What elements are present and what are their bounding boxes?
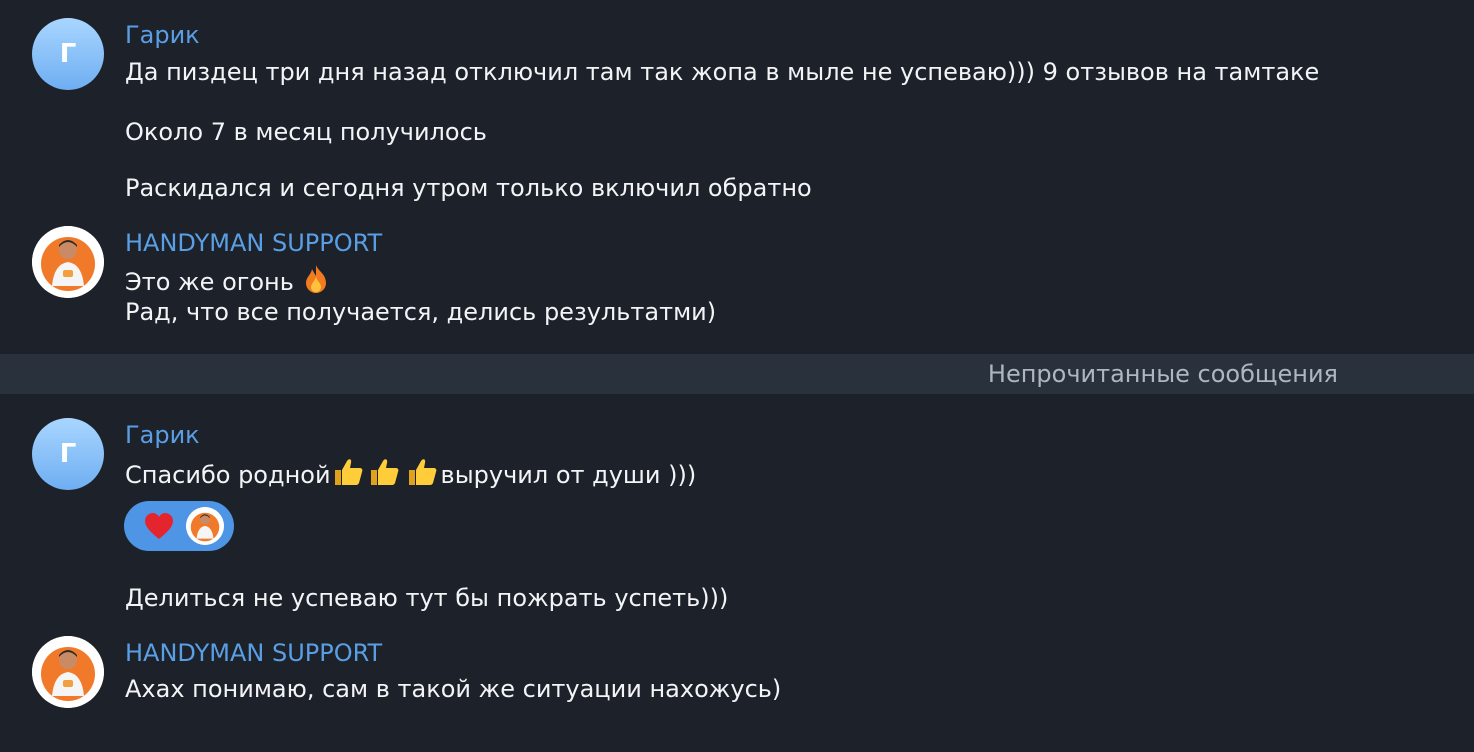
unread-divider-label: Непрочитанные сообщения bbox=[987, 360, 1338, 388]
message-text: Раскидался и сегодня утром только включи… bbox=[125, 174, 812, 202]
sender-name[interactable]: HANDYMAN SUPPORT bbox=[125, 228, 382, 258]
fire-emoji bbox=[302, 264, 330, 301]
thumbs-up-emoji bbox=[365, 457, 403, 494]
sender-name[interactable]: HANDYMAN SUPPORT bbox=[125, 638, 382, 668]
message-text: Около 7 в месяц получилось bbox=[125, 118, 487, 146]
support-avatar-photo bbox=[32, 636, 104, 708]
message-text: Это же огонь bbox=[125, 264, 330, 301]
message-line: Спасибо родной bbox=[125, 461, 331, 489]
sender-name[interactable]: Гарик bbox=[125, 20, 200, 50]
chat-view: Г Гарик Да пиздец три дня назад отключил… bbox=[0, 0, 1474, 752]
avatar[interactable]: Г bbox=[32, 18, 104, 90]
heart-emoji bbox=[144, 512, 174, 544]
message-text: Да пиздец три дня назад отключил там так… bbox=[125, 58, 1320, 86]
thumbs-up-emoji bbox=[403, 457, 441, 494]
message-line: выручил от души ))) bbox=[440, 461, 697, 489]
avatar[interactable] bbox=[32, 226, 104, 298]
unread-divider: Непрочитанные сообщения bbox=[0, 354, 1474, 394]
message-line: Это же огонь bbox=[125, 268, 294, 296]
avatar[interactable]: Г bbox=[32, 418, 104, 490]
avatar-letter: Г bbox=[59, 39, 77, 69]
thumbs-up-emoji bbox=[331, 457, 365, 494]
sender-name[interactable]: Гарик bbox=[125, 420, 200, 450]
reaction-chip[interactable] bbox=[124, 501, 234, 551]
message-text: Ахах понимаю, сам в такой же ситуации на… bbox=[125, 675, 782, 703]
message-text: Рад, что все получается, делись результа… bbox=[125, 298, 717, 326]
reaction-user-avatar bbox=[186, 507, 224, 545]
avatar-letter: Г bbox=[59, 439, 77, 469]
message-text: Спасибо родной выручил от души ))) bbox=[125, 457, 696, 494]
support-avatar-photo bbox=[32, 226, 104, 298]
message-text: Делиться не успеваю тут бы пожрать успет… bbox=[125, 584, 729, 612]
avatar[interactable] bbox=[32, 636, 104, 708]
